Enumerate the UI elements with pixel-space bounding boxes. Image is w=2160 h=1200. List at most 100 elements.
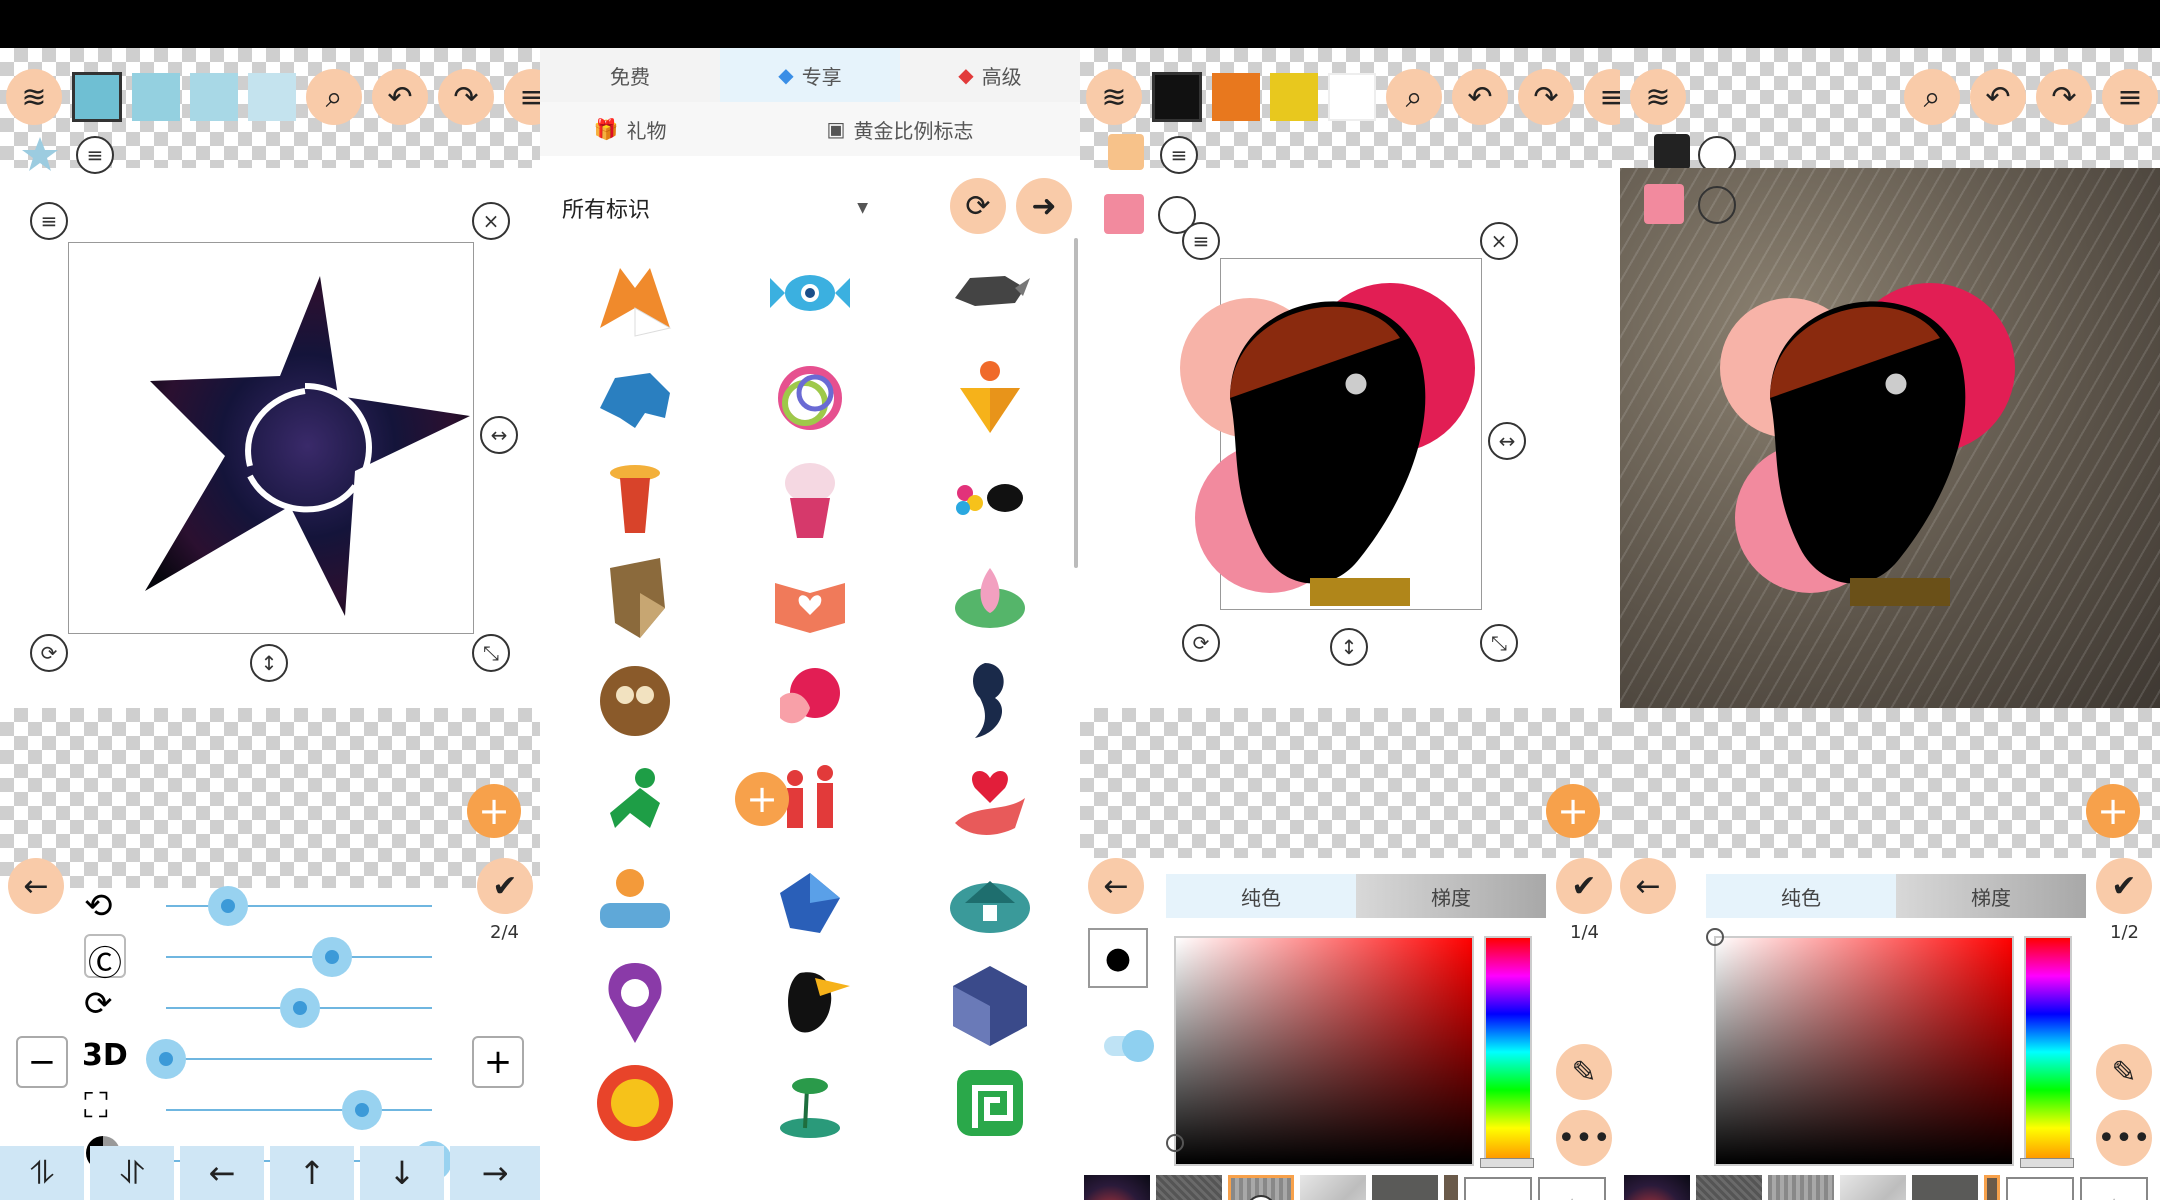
move-left-button[interactable]: ←	[180, 1146, 264, 1200]
texture-wood[interactable]	[1768, 1175, 1834, 1200]
person-geometric-logo[interactable]	[945, 353, 1035, 443]
compress-horizontal-button[interactable]: ⥯	[90, 1146, 174, 1200]
undo-button[interactable]: ↶	[1970, 69, 2026, 125]
owl-logo[interactable]	[590, 653, 680, 743]
hue-slider[interactable]	[1484, 936, 1532, 1168]
refresh-button[interactable]: ⟳	[950, 178, 1006, 234]
undo-button[interactable]: ↶	[1452, 69, 1508, 125]
bath-child-logo[interactable]	[590, 853, 680, 943]
toggle-switch[interactable]	[1104, 1030, 1154, 1062]
color-swatch-3[interactable]	[190, 73, 238, 121]
add-button[interactable]: +	[1546, 784, 1600, 838]
search-button[interactable]: ⌕	[1904, 69, 1960, 125]
texture-galaxy[interactable]	[1624, 1175, 1690, 1200]
redo-button[interactable]: ↷	[438, 69, 494, 125]
texture-silver[interactable]	[1840, 1175, 1906, 1200]
stretch-vertical-icon[interactable]: ↕	[1330, 628, 1368, 666]
hand-heart-logo[interactable]	[945, 753, 1035, 843]
slider-3d[interactable]	[146, 1039, 186, 1079]
plus-button[interactable]: +	[472, 1036, 524, 1088]
layer-thumbnail-hands[interactable]	[1104, 194, 1144, 234]
texture-galaxy[interactable]	[1084, 1175, 1150, 1200]
turtle-logo[interactable]	[765, 853, 855, 943]
tab-free[interactable]: 免费	[540, 48, 720, 102]
fox-logo[interactable]	[590, 248, 680, 338]
hue-slider[interactable]	[2024, 936, 2072, 1168]
color-swatch-white[interactable]	[1328, 73, 1376, 121]
picker-cursor[interactable]	[1166, 1134, 1184, 1152]
texture-dark-stone[interactable]	[1372, 1175, 1438, 1200]
menu-button[interactable]: ≡	[2102, 69, 2158, 125]
location-pin-logo[interactable]	[590, 958, 680, 1048]
eyedropper-button[interactable]: ✎	[2096, 1044, 2152, 1100]
menu-button[interactable]: ≡	[1584, 69, 1620, 125]
slider-scale[interactable]	[342, 1090, 382, 1130]
woman-profile-logo[interactable]	[945, 653, 1035, 743]
compress-vertical-button[interactable]: ⥮	[0, 1146, 84, 1200]
layers-button[interactable]: ≋	[6, 69, 62, 125]
saturation-value-picker[interactable]	[1714, 936, 2014, 1166]
search-button[interactable]: ⌕	[306, 69, 362, 125]
redo-button[interactable]: ↷	[2036, 69, 2092, 125]
texture-dark-stone[interactable]	[1912, 1175, 1978, 1200]
layer-thumbnail-hands[interactable]	[1644, 184, 1684, 224]
toucan-logo[interactable]	[765, 958, 855, 1048]
redo-button[interactable]: ↷	[1518, 69, 1574, 125]
island-logo[interactable]	[765, 1058, 855, 1148]
layers-button[interactable]: ≋	[1630, 69, 1686, 125]
heart-book-logo[interactable]	[765, 553, 855, 643]
menu-button[interactable]: ≡	[504, 69, 540, 125]
texture-silver[interactable]	[1300, 1175, 1366, 1200]
next-button[interactable]: ➜	[1016, 178, 1072, 234]
layer-visibility-toggle-2[interactable]	[1698, 186, 1736, 224]
rotate-icon[interactable]: ⟳	[1182, 624, 1220, 662]
move-down-button[interactable]: ↓	[360, 1146, 444, 1200]
texture-wood-selected[interactable]: ×	[1228, 1175, 1294, 1200]
scrollbar[interactable]	[1074, 238, 1078, 568]
cupcake-logo[interactable]	[765, 453, 855, 543]
rotate-icon[interactable]: ⟳	[30, 634, 68, 672]
move-right-button[interactable]: →	[450, 1146, 540, 1200]
lotus-logo[interactable]	[945, 553, 1035, 643]
layer-thumbnail-toucan[interactable]	[1108, 134, 1144, 170]
more-button[interactable]: •••	[1556, 1110, 1612, 1166]
layer-menu-icon[interactable]: ≡	[1160, 136, 1198, 174]
confirm-button[interactable]: ✔	[2096, 858, 2152, 914]
back-button[interactable]: ←	[8, 858, 64, 914]
rings-logo[interactable]	[765, 353, 855, 443]
tab-golden-ratio[interactable]: ▣ 黄金比例标志	[720, 102, 1080, 156]
add-button[interactable]: +	[2086, 784, 2140, 838]
add-logo-button[interactable]: +	[735, 772, 789, 826]
texture-bark[interactable]	[1444, 1175, 1458, 1200]
hue-slider-handle[interactable]	[2020, 1158, 2074, 1168]
texture-dark-fabric[interactable]	[1696, 1175, 1762, 1200]
close-icon[interactable]: ×	[472, 202, 510, 240]
elephant-logo[interactable]	[590, 353, 680, 443]
hands-heart-logo[interactable]	[765, 653, 855, 743]
add-texture-button[interactable]: ⊕	[2006, 1177, 2074, 1200]
confirm-button[interactable]: ✔	[477, 858, 533, 914]
dog-logo[interactable]	[590, 553, 680, 643]
stretch-horizontal-icon[interactable]: ↔	[480, 416, 518, 454]
back-button[interactable]: ←	[1620, 858, 1676, 914]
slider-rotate-x[interactable]	[208, 886, 248, 926]
fan-cube-logo[interactable]	[945, 958, 1035, 1048]
layer-menu-icon[interactable]: ≡	[76, 136, 114, 174]
slider-rotate-y[interactable]	[312, 937, 352, 977]
undo-button[interactable]: ↶	[372, 69, 428, 125]
confirm-button[interactable]: ✔	[1556, 858, 1612, 914]
saturation-value-picker[interactable]	[1174, 936, 1474, 1166]
add-texture-button[interactable]: ⊕	[1464, 1177, 1532, 1200]
layer-thumbnail-toucan[interactable]	[1654, 134, 1690, 170]
bird-splash-logo[interactable]	[945, 453, 1035, 543]
add-button[interactable]: +	[467, 784, 521, 838]
texture-stone-selected[interactable]	[1984, 1175, 2000, 1200]
chick-bubble-logo[interactable]	[590, 1058, 680, 1148]
color-swatch-4[interactable]	[248, 73, 296, 121]
object-menu-icon[interactable]: ≡	[30, 202, 68, 240]
spiral-square-logo[interactable]	[945, 1058, 1035, 1148]
eyedropper-button[interactable]: ✎	[1556, 1044, 1612, 1100]
color-swatch-1[interactable]	[72, 72, 122, 122]
mexican-man-logo[interactable]	[590, 453, 680, 543]
remove-texture-icon[interactable]: ×	[1246, 1195, 1276, 1200]
